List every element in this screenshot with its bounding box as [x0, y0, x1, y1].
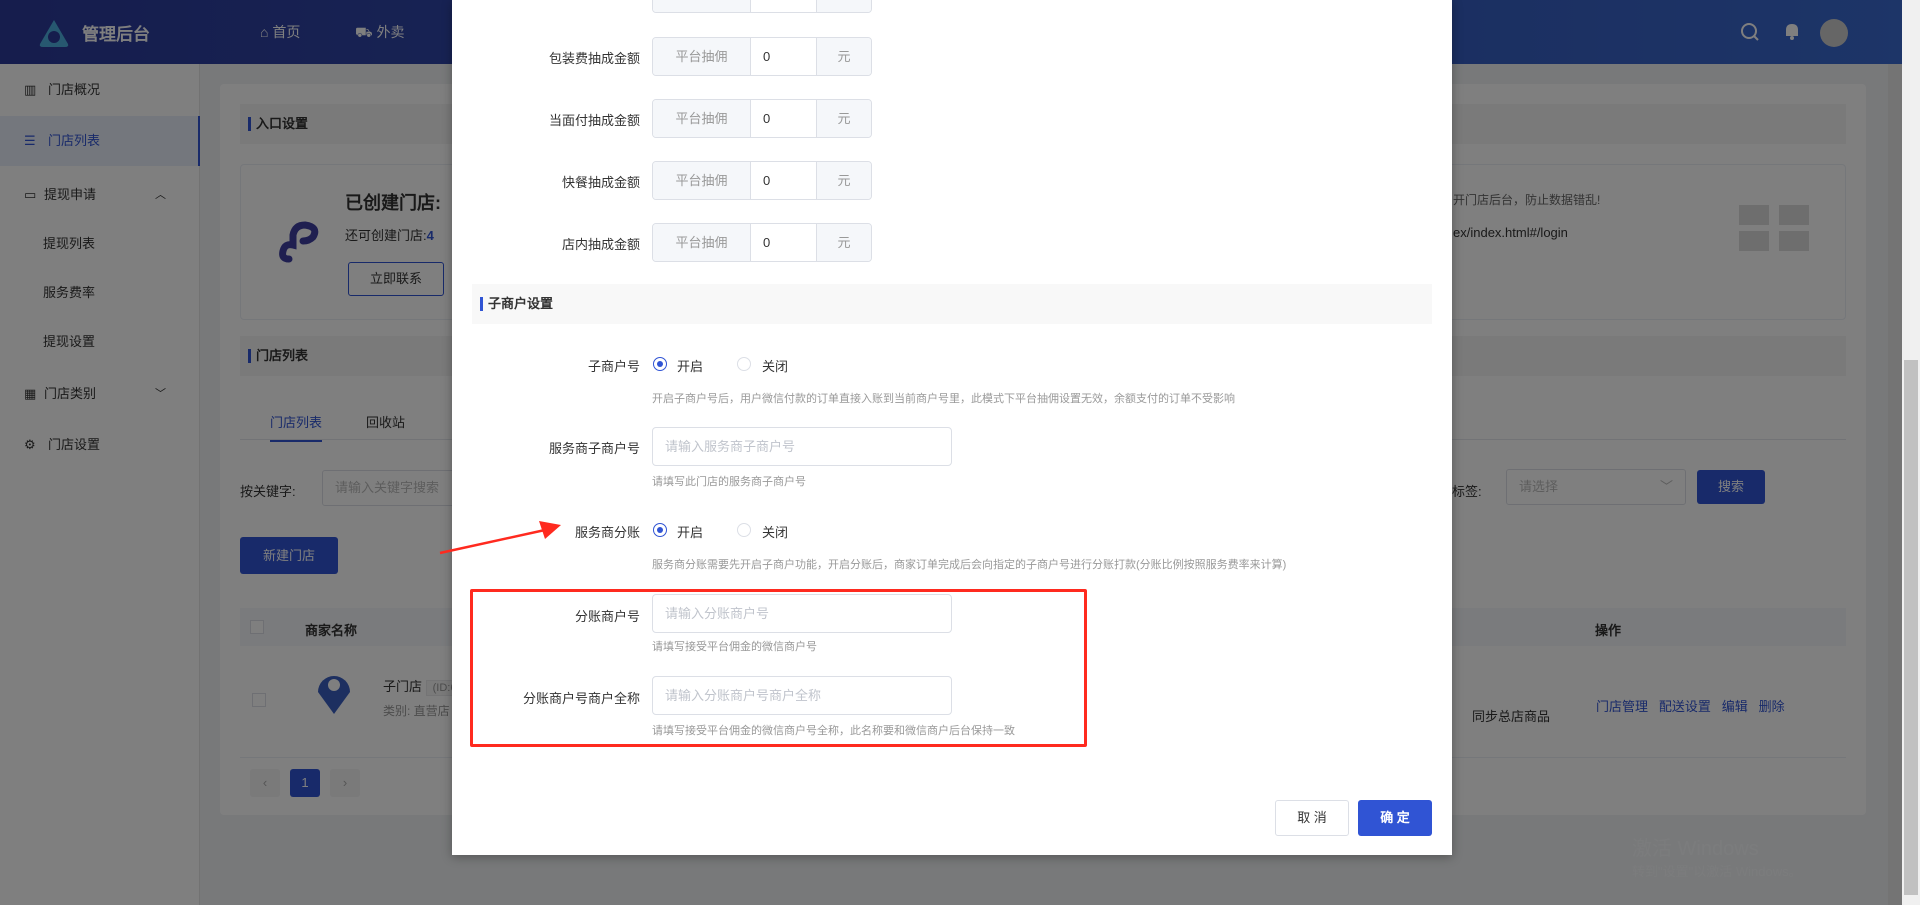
sp-sub-merchant-label: 服务商子商户号 [548, 441, 640, 456]
sub-merchant-section-header: 子商户设置 [472, 284, 1432, 324]
input-prefix: 平台抽佣 [653, 224, 751, 261]
split-merchant-label: 分账商户号 [574, 609, 640, 624]
split-merchant-input[interactable]: 请输入分账商户号 [652, 594, 952, 633]
commission-input[interactable]: 0 [751, 224, 816, 261]
commission-input-group[interactable]: 平台抽佣 0 元 [652, 99, 872, 138]
input-suffix: 元 [816, 224, 871, 261]
commission-row-partial [652, 0, 872, 13]
commission-input[interactable]: 0 [751, 100, 816, 137]
sp-split-on-radio[interactable] [653, 523, 667, 537]
input-suffix: 元 [816, 162, 871, 199]
sp-sub-merchant-help: 请填写此门店的服务商子商户号 [652, 476, 806, 488]
split-name-input[interactable]: 请输入分账商户号商户全称 [652, 676, 952, 715]
sp-sub-merchant-input[interactable]: 请输入服务商子商户号 [652, 427, 952, 466]
sp-split-help: 服务商分账需要先开启子商户功能，开启分账后，商家订单完成后会向指定的子商户号进行… [652, 559, 1287, 571]
commission-row: 快餐抽成金额 平台抽佣 0 元 [452, 161, 1452, 200]
commission-input-group[interactable]: 平台抽佣 0 元 [652, 223, 872, 262]
browser-scrollbar[interactable] [1902, 0, 1920, 905]
commission-row: 当面付抽成金额 平台抽佣 0 元 [452, 99, 1452, 138]
sp-split-on-label[interactable]: 开启 [677, 522, 703, 541]
commission-input[interactable]: 0 [751, 162, 816, 199]
split-merchant-help: 请填写接受平台佣金的微信商户号 [652, 641, 817, 653]
commission-input[interactable]: 0 [751, 38, 816, 75]
field-label: 店内抽成金额 [561, 237, 640, 252]
field-label: 快餐抽成金额 [561, 175, 640, 190]
sub-merchant-off-label[interactable]: 关闭 [762, 356, 788, 375]
sp-split-off-radio[interactable] [737, 523, 751, 537]
commission-row: 包装费抽成金额 平台抽佣 0 元 [452, 37, 1452, 76]
store-settings-dialog: 包装费抽成金额 平台抽佣 0 元 当面付抽成金额 平台抽佣 0 元 快餐抽成金额 平台抽佣 0 元… [452, 0, 1452, 855]
commission-row: 店内抽成金额 平台抽佣 0 元 [452, 223, 1452, 262]
cancel-button[interactable]: 取 消 [1275, 800, 1349, 836]
sp-split-off-label[interactable]: 关闭 [762, 522, 788, 541]
scrollbar-thumb[interactable] [1904, 360, 1918, 895]
field-label: 当面付抽成金额 [548, 113, 640, 128]
commission-input-group[interactable]: 平台抽佣 0 元 [652, 37, 872, 76]
input-prefix: 平台抽佣 [653, 38, 751, 75]
split-name-label: 分账商户号商户全称 [522, 691, 640, 706]
commission-input-group[interactable]: 平台抽佣 0 元 [652, 161, 872, 200]
split-name-help: 请填写接受平台佣金的微信商户号全称，此名称要和微信商户后台保持一致 [652, 725, 1015, 737]
sub-merchant-help: 开启子商户号后，用户微信付款的订单直接入账到当前商户号里，此模式下平台抽佣设置无… [652, 393, 1235, 405]
confirm-button[interactable]: 确 定 [1358, 800, 1432, 836]
sub-merchant-on-label[interactable]: 开启 [677, 356, 703, 375]
input-suffix: 元 [816, 100, 871, 137]
input-prefix: 平台抽佣 [653, 100, 751, 137]
input-prefix: 平台抽佣 [653, 162, 751, 199]
input-suffix: 元 [816, 38, 871, 75]
sub-merchant-off-radio[interactable] [737, 357, 751, 371]
field-label: 包装费抽成金额 [548, 51, 640, 66]
sub-merchant-on-radio[interactable] [653, 357, 667, 371]
sp-split-label: 服务商分账 [574, 525, 640, 540]
annotation-arrow-icon [439, 521, 561, 555]
sub-merchant-label: 子商户号 [587, 359, 640, 374]
